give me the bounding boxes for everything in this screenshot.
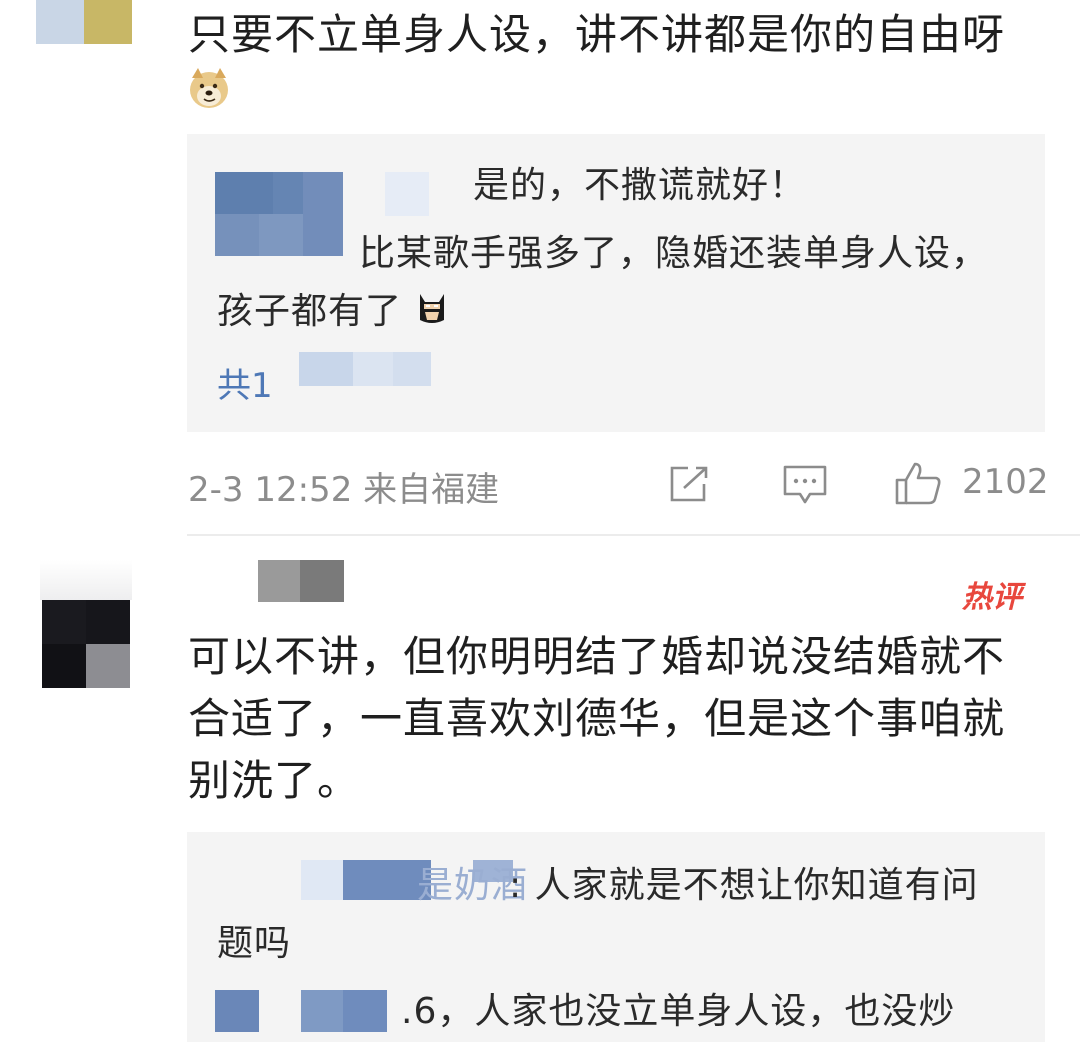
reply-text: 是的，不撒谎就好！ [473, 165, 807, 206]
reply-section: 是的，不撒谎就好！ 比某歌手强多了，隐婚还装单身人设， 孩子都有了 共1 [187, 134, 1045, 432]
avatar-mosaic-cell [42, 644, 86, 688]
avatar[interactable] [42, 600, 130, 688]
avatar-mosaic-cell [36, 0, 84, 44]
doge-emoji-icon [188, 66, 230, 110]
comment-text: 只要不立单身人设，讲不讲都是你的自由呀 [188, 10, 1006, 59]
divider [187, 534, 1080, 536]
reply-text: : 人家就是不想让你知道有问 [509, 865, 979, 906]
comment-meta: 2-3 12:52 来自福建 [188, 470, 500, 510]
avatar-mosaic-cell [86, 600, 130, 644]
mosaic-block [215, 990, 259, 1032]
mosaic-block [343, 990, 387, 1032]
mosaic-block [299, 352, 353, 386]
share-icon[interactable] [668, 464, 712, 504]
reply-text: .6，人家也没立单身人设，也没炒 [401, 991, 956, 1032]
comment-text-line: 别洗了。 [188, 756, 361, 805]
avatar-blur [40, 560, 132, 600]
avatar[interactable] [36, 0, 132, 44]
reply-section: 是奶酒 : 人家就是不想让你知道有问 题吗 .6，人家也没立单身人设，也没炒 [187, 832, 1045, 1042]
mosaic-block [215, 172, 273, 214]
avatar-mosaic-cell [42, 600, 86, 644]
hot-comment-badge: 热评 [962, 580, 1022, 615]
reply-text: 比某歌手强多了，隐婚还装单身人设， [359, 233, 989, 274]
mosaic-block [303, 172, 343, 256]
more-replies-link[interactable]: 共1 [217, 358, 273, 407]
like-count: 2102 [962, 462, 1049, 502]
mosaic-block [215, 214, 259, 256]
mosaic-block [393, 352, 431, 386]
avatar-mosaic-cell [86, 644, 130, 688]
mosaic-block [301, 990, 343, 1032]
comment-text-line: 合适了，一直喜欢刘德华，但是这个事咱就 [188, 694, 1006, 743]
mosaic-block [259, 214, 303, 256]
username-mosaic [258, 560, 300, 602]
reply-text: 题吗 [217, 923, 292, 964]
reply-text: 孩子都有了 [217, 291, 403, 332]
batman-emoji-icon [415, 290, 449, 326]
mosaic-block [301, 860, 343, 900]
reply-icon[interactable] [782, 464, 828, 506]
mosaic-block [385, 172, 429, 216]
like-icon[interactable] [894, 460, 942, 506]
username-mosaic [300, 560, 344, 602]
avatar-mosaic-cell [84, 0, 132, 44]
comment-text-line: 可以不讲，但你明明结了婚却说没结婚就不 [188, 632, 1006, 681]
mosaic-block [353, 352, 393, 386]
